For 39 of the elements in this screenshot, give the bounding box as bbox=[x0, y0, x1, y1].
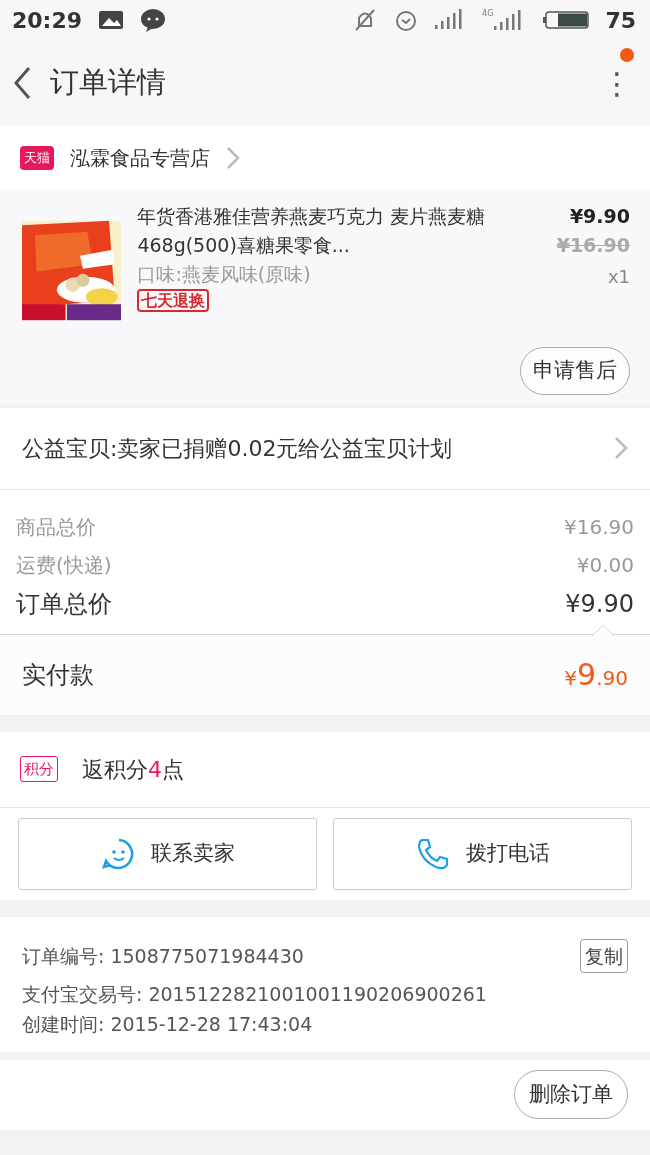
chat-icon bbox=[140, 8, 167, 32]
after-sale-button[interactable]: 申请售后 bbox=[520, 347, 630, 395]
alarm-icon bbox=[394, 8, 419, 32]
chevron-right-icon bbox=[226, 146, 240, 170]
payment-label: 实付款 bbox=[22, 659, 94, 691]
copy-button[interactable]: 复制 bbox=[580, 938, 628, 973]
payment-amount: ¥9.90 bbox=[564, 656, 628, 694]
contact-button[interactable]: 联系卖家 bbox=[18, 817, 317, 890]
summary-value: ¥9.90 bbox=[565, 588, 634, 620]
delete-order-button[interactable]: 删除订单 bbox=[514, 1069, 628, 1120]
clock: 20:29 bbox=[12, 6, 83, 35]
summary-value: ¥0.00 bbox=[576, 551, 634, 579]
product-price: ¥9.90 bbox=[569, 204, 630, 229]
battery-percent: 75 bbox=[605, 6, 636, 35]
store-badge: 天猫 bbox=[20, 146, 54, 170]
original-price: ¥16.90 bbox=[556, 232, 630, 258]
page-title: 订单详情 bbox=[50, 64, 167, 102]
summary-value: ¥16.90 bbox=[564, 513, 634, 541]
store-name[interactable]: 泓霖食品专营店 bbox=[70, 143, 210, 173]
call-button[interactable]: 拨打电话 bbox=[333, 817, 632, 890]
return-policy-tag: 七天退换 bbox=[137, 288, 210, 312]
summary-label: 运费(快递) bbox=[16, 551, 112, 579]
more-menu-button[interactable]: ⋮ bbox=[596, 59, 638, 107]
network-label: 4G bbox=[482, 8, 494, 20]
points-tag: 积分 bbox=[20, 755, 58, 783]
points-text: 返积分4点 bbox=[82, 755, 184, 784]
phone-icon bbox=[415, 836, 450, 871]
product-variant: 口味:燕麦风味(原味) bbox=[137, 262, 312, 287]
battery-icon bbox=[543, 10, 590, 30]
summary-label: 订单总价 bbox=[16, 588, 112, 620]
summary-label: 商品总价 bbox=[16, 513, 96, 541]
image-icon bbox=[98, 9, 125, 31]
chevron-right-icon bbox=[614, 436, 628, 460]
order-info-line: 支付宝交易号: 2015122821001001190206900261 bbox=[22, 982, 487, 1007]
order-info-line: 订单编号: 1508775071984430 bbox=[22, 943, 304, 969]
chat-icon bbox=[100, 836, 135, 871]
product-title[interactable]: 年货香港雅佳营养燕麦巧克力 麦片燕麦糖468g(500)喜糖果零食... bbox=[137, 202, 544, 260]
order-info-line: 创建时间: 2015-12-28 17:43:04 bbox=[22, 1012, 313, 1037]
quantity: x1 bbox=[607, 265, 630, 289]
